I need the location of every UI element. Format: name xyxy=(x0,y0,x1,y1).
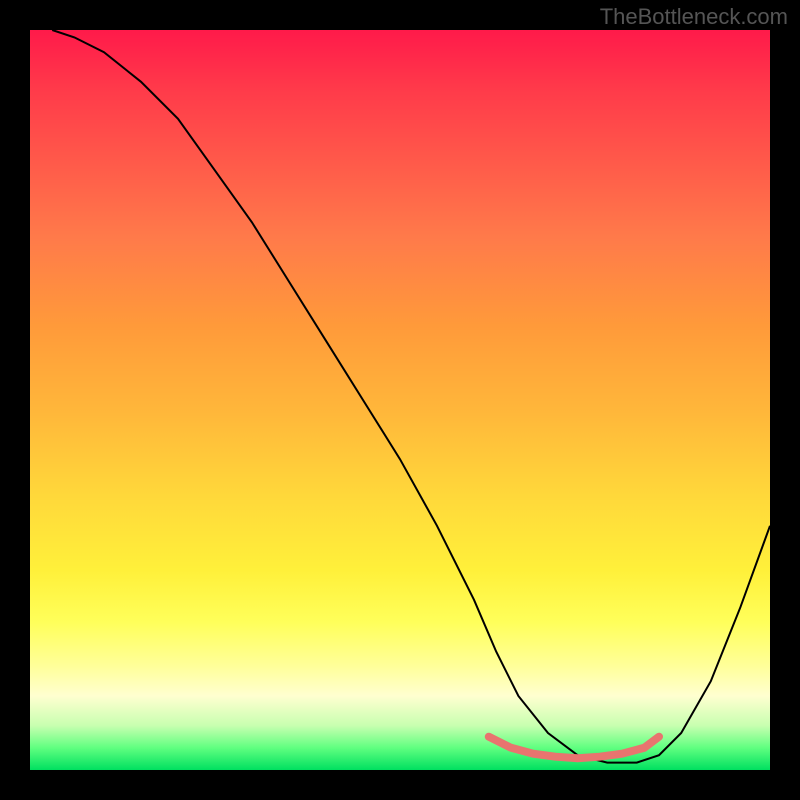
bottleneck-curve xyxy=(52,30,770,763)
watermark-text: TheBottleneck.com xyxy=(600,4,788,30)
chart-plot-area xyxy=(30,30,770,770)
chart-svg xyxy=(30,30,770,770)
optimal-range-band xyxy=(489,737,659,759)
